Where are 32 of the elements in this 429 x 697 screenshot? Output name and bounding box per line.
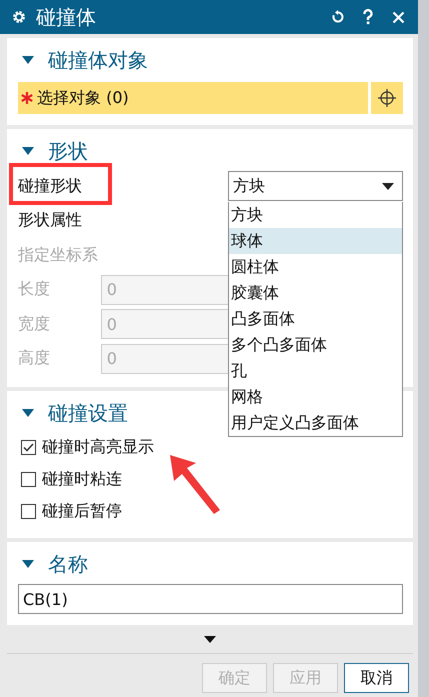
- section-header[interactable]: 碰撞体对象: [18, 44, 148, 76]
- field-label: 宽度: [18, 314, 51, 335]
- dropdown-option[interactable]: 网格: [229, 384, 402, 410]
- shape-label: 碰撞形状: [18, 176, 83, 197]
- dropdown-option[interactable]: 凸多面体: [229, 306, 402, 332]
- dropdown-option[interactable]: 球体: [229, 228, 402, 254]
- section-header[interactable]: 名称: [18, 548, 88, 580]
- name-input-field[interactable]: CB(1): [18, 584, 403, 614]
- checkbox-label: 碰撞时高亮显示: [42, 436, 154, 458]
- section-header[interactable]: 形状: [18, 135, 88, 167]
- dropdown-option[interactable]: 用户定义凸多面体: [229, 410, 402, 436]
- section-title: 名称: [48, 550, 88, 578]
- checkbox-label: 碰撞后暂停: [42, 500, 122, 522]
- section-header[interactable]: 碰撞设置: [18, 397, 128, 429]
- shape-dropdown[interactable]: 方块: [228, 171, 403, 202]
- dialog-button[interactable]: 取消: [344, 663, 409, 693]
- select-object-field[interactable]: 选择对象 (0): [18, 82, 368, 114]
- dropdown-option[interactable]: 胶囊体: [229, 280, 402, 306]
- section-title: 碰撞体对象: [48, 46, 148, 74]
- field-label: 长度: [18, 279, 51, 300]
- field-label: 高度: [18, 348, 51, 370]
- dropdown-option[interactable]: 多个凸多面体: [229, 332, 402, 358]
- dropdown-option[interactable]: 孔: [229, 358, 402, 384]
- specify-csys-label: 指定坐标系: [18, 244, 99, 266]
- dropdown-option[interactable]: 方块: [229, 202, 402, 228]
- shape-properties-label: 形状属性: [18, 210, 83, 232]
- section-title: 碰撞设置: [48, 400, 128, 426]
- window-title: 碰撞体: [36, 4, 96, 30]
- section-title: 形状: [48, 138, 88, 164]
- checkbox-label: 碰撞时粘连: [42, 468, 122, 490]
- dropdown-option[interactable]: 圆柱体: [229, 254, 402, 280]
- select-object-label: 选择对象 (0): [37, 88, 129, 108]
